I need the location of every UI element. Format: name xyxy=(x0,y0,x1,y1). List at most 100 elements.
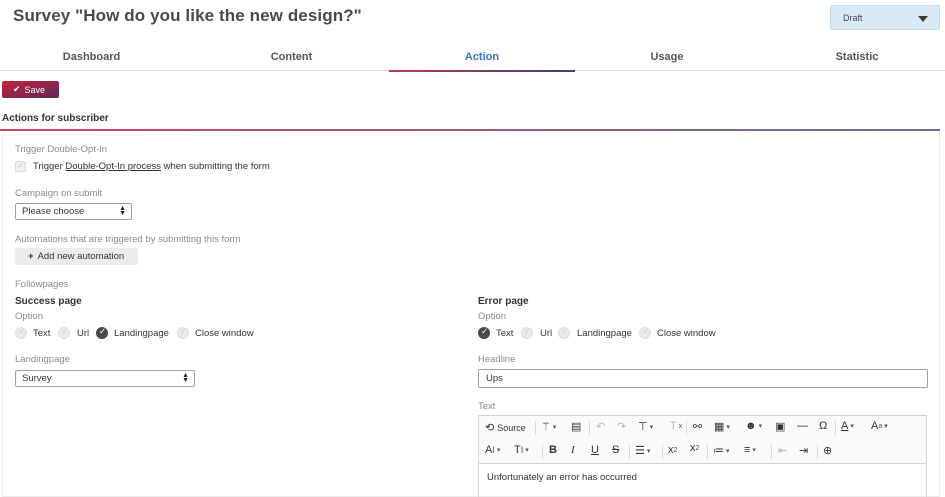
landingpage-label: Landingpage xyxy=(15,354,70,365)
image-icon[interactable]: ▣ xyxy=(775,420,785,433)
double-opt-in-label: Trigger Double-Opt-In xyxy=(15,144,108,155)
landingpage-value: Survey xyxy=(22,373,52,384)
tab-bar: Dashboard Content Action Usage Statistic xyxy=(0,44,945,72)
error-radio-url-label: Url xyxy=(540,328,553,339)
success-radio-close-window-label: Close window xyxy=(195,328,254,339)
tab-content[interactable]: Content xyxy=(200,44,383,71)
undo-icon[interactable]: ↶ xyxy=(596,420,605,433)
source-label: Source xyxy=(497,422,526,433)
status-value: Draft xyxy=(843,13,863,23)
success-radio-landingpage-label: Landingpage xyxy=(114,328,169,339)
horizontal-line-icon[interactable]: — xyxy=(797,420,808,432)
font-color-icon[interactable]: A ▾ xyxy=(841,420,854,432)
tab-statistic[interactable]: Statistic xyxy=(765,44,945,71)
error-radio-url[interactable] xyxy=(521,326,533,339)
error-radio-text-label: Text xyxy=(496,328,514,339)
success-radio-url-label: Url xyxy=(77,328,90,339)
magic-wand-icon[interactable]: ⚚ ▾ xyxy=(541,420,556,433)
error-radio-landingpage[interactable] xyxy=(558,326,570,339)
add-automation-button[interactable]: + Add new automation xyxy=(15,248,138,265)
toolbar-divider xyxy=(686,421,687,435)
underline-icon[interactable]: U xyxy=(591,444,599,456)
italic-icon[interactable]: I xyxy=(571,444,575,456)
numbered-list-icon[interactable]: ≔ ▾ xyxy=(713,444,730,457)
toolbar-divider xyxy=(835,421,836,435)
status-select[interactable]: Draft xyxy=(830,5,940,30)
followpages-label: Followpages xyxy=(15,279,69,290)
toolbar-divider xyxy=(535,421,536,435)
font-size-icon[interactable]: A I ▾ xyxy=(485,444,500,456)
outdent-icon[interactable]: ⇤ xyxy=(778,444,787,457)
error-radio-text[interactable] xyxy=(478,326,490,339)
toolbar-divider xyxy=(662,445,663,459)
font-background-icon[interactable]: Aa ▾ xyxy=(871,420,888,432)
plus-icon: + xyxy=(28,251,34,262)
section-title: Actions for subscriber xyxy=(2,113,109,124)
align-icon[interactable]: ☰ ▾ xyxy=(635,444,650,457)
double-opt-in-checkbox[interactable] xyxy=(15,160,26,172)
success-radio-landingpage[interactable] xyxy=(96,326,108,339)
double-opt-in-link[interactable]: Double-Opt-In process xyxy=(65,161,161,172)
error-radio-close-window[interactable] xyxy=(639,326,651,339)
clear-format-icon[interactable]: Tx xyxy=(670,420,682,432)
toolbar-divider xyxy=(589,421,590,435)
editor-content[interactable]: Unfortunately an error has occurred xyxy=(487,472,637,483)
paint-format-icon[interactable]: ⊤ ▾ xyxy=(638,420,653,433)
landingpage-select[interactable]: Survey ▲ ▼ xyxy=(15,370,195,387)
emoji-icon[interactable]: ☻ ▾ xyxy=(745,420,762,432)
source-icon: ⟲ xyxy=(485,422,495,434)
clipboard-icon[interactable]: ▤ xyxy=(571,420,581,433)
headline-input[interactable]: Ups xyxy=(478,369,928,388)
success-radio-text-label: Text xyxy=(33,328,51,339)
link-icon[interactable]: ⚯ xyxy=(693,420,702,433)
editor-toolbar: ⟲ Source ⚚ ▾ ▤ ↶ ↷ ⊤ ▾ Tx ⚯ ▦ ▾ ☻ ▾ ▣ — Ω A ▾ … xyxy=(479,416,926,464)
success-radio-close-window[interactable] xyxy=(177,326,189,339)
select-arrows-icon: ▲ ▼ xyxy=(119,205,126,217)
table-icon[interactable]: ▦ ▾ xyxy=(714,420,730,433)
add-automation-label: Add new automation xyxy=(37,251,125,262)
double-opt-in-suffix: when submitting the form xyxy=(163,161,270,172)
anchor-icon[interactable]: ⊕ xyxy=(823,444,832,457)
toolbar-divider xyxy=(542,445,543,459)
error-radio-close-window-label: Close window xyxy=(657,328,716,339)
tab-action[interactable]: Action xyxy=(389,44,575,72)
source-button[interactable]: ⟲ Source xyxy=(485,421,526,434)
text-height-icon[interactable]: T I ▾ xyxy=(514,444,529,456)
subscript-icon[interactable]: x2 xyxy=(668,444,677,456)
double-opt-in-prefix: Trigger xyxy=(33,161,63,172)
strikethrough-icon[interactable]: S xyxy=(612,444,619,456)
save-button[interactable]: ✔ Save xyxy=(2,81,59,98)
rich-text-editor: ⟲ Source ⚚ ▾ ▤ ↶ ↷ ⊤ ▾ Tx ⚯ ▦ ▾ ☻ ▾ ▣ — Ω A ▾ … xyxy=(478,415,927,497)
automations-label: Automations that are triggered by submit… xyxy=(15,234,241,245)
double-opt-in-text: Trigger Double-Opt-In process when submi… xyxy=(33,161,270,172)
toolbar-divider xyxy=(707,445,708,459)
success-radio-url[interactable] xyxy=(58,326,70,339)
tab-usage[interactable]: Usage xyxy=(575,44,759,71)
success-page-title: Success page xyxy=(15,296,82,307)
error-radio-landingpage-label: Landingpage xyxy=(577,328,632,339)
headline-label: Headline xyxy=(478,354,516,365)
toolbar-divider xyxy=(817,445,818,459)
tab-dashboard[interactable]: Dashboard xyxy=(0,44,183,71)
success-radio-text[interactable] xyxy=(15,326,27,339)
page-title: Survey "How do you like the new design?" xyxy=(13,6,362,25)
campaign-select[interactable]: Please choose ▲ ▼ xyxy=(15,203,132,220)
check-icon: ✔ xyxy=(13,84,21,94)
success-option-label: Option xyxy=(15,311,43,322)
toolbar-divider xyxy=(629,445,630,459)
bulleted-list-icon[interactable]: ≡ ▾ xyxy=(744,444,756,456)
campaign-value: Please choose xyxy=(22,206,85,217)
error-page-title: Error page xyxy=(478,296,529,307)
bold-icon[interactable]: B xyxy=(549,444,557,456)
save-label: Save xyxy=(24,84,46,95)
omega-icon[interactable]: Ω xyxy=(819,420,827,432)
campaign-label: Campaign on submit xyxy=(15,188,103,199)
chevron-down-icon xyxy=(918,16,928,22)
redo-icon[interactable]: ↷ xyxy=(617,420,626,433)
select-arrows-icon: ▲ ▼ xyxy=(182,372,189,384)
text-label: Text xyxy=(478,401,496,412)
toolbar-divider xyxy=(771,445,772,459)
superscript-icon[interactable]: x2 xyxy=(690,442,699,454)
indent-icon[interactable]: ⇥ xyxy=(799,444,808,457)
error-option-label: Option xyxy=(478,311,506,322)
